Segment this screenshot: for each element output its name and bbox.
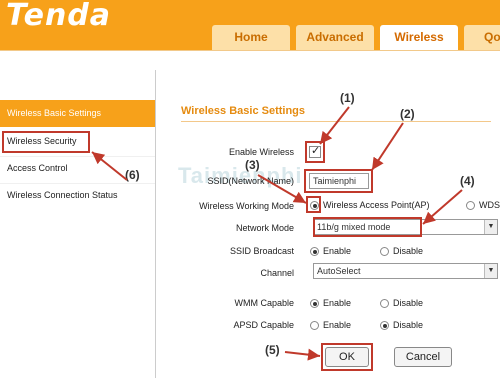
annotation-arrows (91, 106, 463, 361)
